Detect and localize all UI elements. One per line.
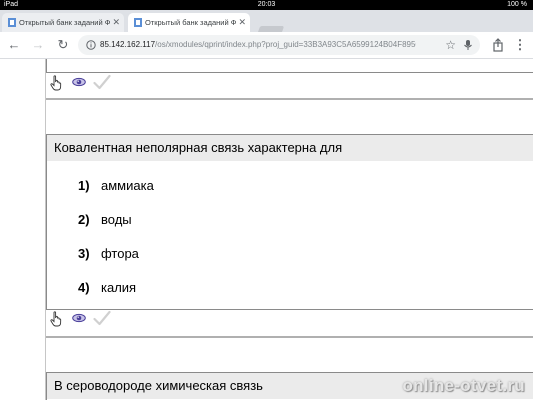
option-number: 2) — [78, 212, 90, 227]
reload-button[interactable]: ↻ — [55, 37, 71, 53]
close-tab-icon[interactable]: ✕ — [112, 13, 120, 32]
eye-icon[interactable] — [72, 77, 86, 87]
watermark: online-otvet.ru — [402, 376, 525, 395]
browser-tab[interactable]: Открытый банк заданий Ф ✕ — [2, 13, 124, 32]
url-text[interactable]: 85.142.162.117/os/xmodules/qprint/index.… — [100, 35, 416, 55]
option-text: аммиака — [101, 178, 154, 193]
info-icon — [86, 40, 96, 50]
hand-pointer-icon[interactable] — [50, 311, 64, 327]
option-text: фтора — [101, 246, 139, 261]
favicon-icon — [8, 18, 16, 27]
hand-pointer-icon[interactable] — [50, 75, 64, 91]
option-text: калия — [101, 280, 137, 295]
eye-icon[interactable] — [72, 313, 86, 323]
close-tab-icon[interactable]: ✕ — [238, 13, 246, 32]
tab-strip: Открытый банк заданий Ф ✕ Открытый банк … — [0, 10, 533, 38]
clock: 20:03 — [257, 1, 276, 8]
answer-option[interactable]: 1) аммиака — [78, 178, 154, 194]
checkmark-icon[interactable] — [93, 310, 111, 326]
address-bar[interactable]: 85.142.162.117/os/xmodules/qprint/index.… — [78, 35, 480, 55]
battery-label: 100 % — [507, 1, 527, 8]
browser-toolbar: ← → ↻ 85.142.162.117/os/xmodules/qprint/… — [0, 32, 533, 59]
answer-option[interactable]: 2) воды — [78, 212, 132, 228]
bookmark-star-icon[interactable]: ☆ — [445, 35, 456, 55]
page-content: Ковалентная неполярная связь характерна … — [0, 59, 533, 400]
option-text: воды — [101, 212, 132, 227]
question-text: Ковалентная неполярная связь характерна … — [47, 135, 533, 161]
back-button[interactable]: ← — [6, 37, 22, 53]
previous-question-box — [46, 59, 533, 73]
url-path: /os/xmodules/qprint/index.php?proj_guid=… — [155, 40, 416, 49]
option-number: 4) — [78, 280, 90, 295]
answer-option[interactable]: 4) калия — [78, 280, 136, 296]
forward-button[interactable]: → — [30, 37, 46, 53]
separator — [46, 98, 533, 100]
question-box: Ковалентная неполярная связь характерна … — [46, 134, 533, 310]
microphone-icon[interactable] — [462, 39, 474, 51]
answer-option[interactable]: 3) фтора — [78, 246, 139, 262]
status-bar: iPad 20:03 100 % — [0, 0, 533, 10]
option-number: 1) — [78, 178, 90, 193]
tab-title: Открытый банк заданий Ф — [145, 18, 236, 27]
option-number: 3) — [78, 246, 90, 261]
favicon-icon — [134, 18, 142, 27]
url-host: 85.142.162.117 — [100, 40, 156, 49]
share-icon[interactable] — [490, 37, 506, 53]
menu-icon[interactable]: ⋮ — [512, 37, 528, 53]
browser-tab-active[interactable]: Открытый банк заданий Ф ✕ — [128, 13, 250, 32]
checkmark-icon[interactable] — [93, 74, 111, 90]
separator — [46, 336, 533, 338]
tab-title: Открытый банк заданий Ф — [19, 18, 110, 27]
